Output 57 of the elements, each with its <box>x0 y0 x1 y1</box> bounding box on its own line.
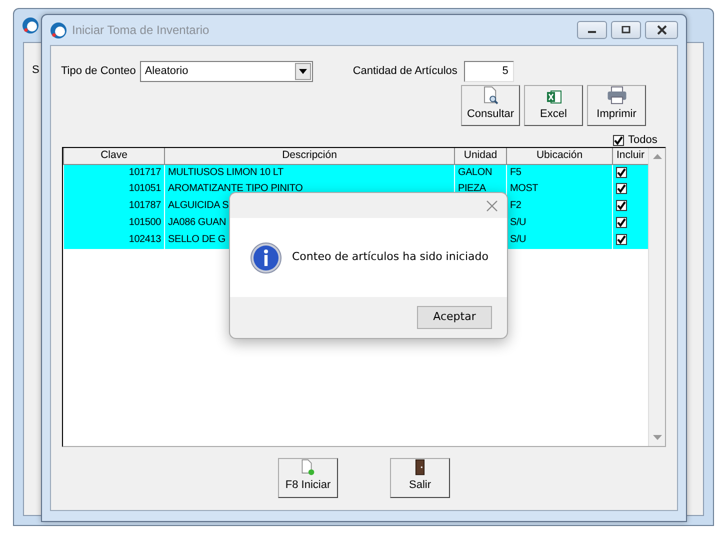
info-icon <box>250 242 282 274</box>
include-checkbox[interactable] <box>616 166 627 178</box>
printer-icon <box>606 86 628 104</box>
table-cell: F2 <box>510 200 522 211</box>
maximize-button[interactable] <box>611 21 641 39</box>
column-header[interactable]: Incluir <box>612 148 648 164</box>
table-cell: MOST <box>510 183 538 194</box>
close-icon[interactable] <box>486 200 498 212</box>
table-cell: SELLO DE G <box>168 234 226 245</box>
table-cell: JA086 GUAN <box>168 217 226 228</box>
start-button[interactable]: F8 Iniciar <box>278 458 338 498</box>
count-type-dropdown[interactable]: Aleatorio <box>140 60 313 82</box>
select-all-checkbox[interactable] <box>613 134 624 146</box>
table-cell: 101787 <box>128 200 161 211</box>
count-type-label: Tipo de Conteo <box>61 64 136 79</box>
close-icon <box>656 25 668 35</box>
print-button[interactable]: Imprimir <box>587 85 646 126</box>
include-checkbox[interactable] <box>616 200 627 211</box>
window-title: Iniciar Toma de Inventario <box>72 22 210 39</box>
include-checkbox[interactable] <box>616 183 627 194</box>
include-checkbox[interactable] <box>616 234 627 245</box>
document-search-icon <box>482 86 500 104</box>
document-start-icon <box>300 459 316 476</box>
column-header[interactable]: Ubicación <box>506 148 612 164</box>
minimize-button[interactable] <box>577 21 607 39</box>
column-header[interactable]: Clave <box>64 148 164 164</box>
table-cell: S/U <box>510 217 526 228</box>
table-cell: PIEZA <box>458 183 486 194</box>
table-cell: AROMATIZANTE TIPO PINITO <box>168 183 303 194</box>
table-cell: 101717 <box>128 166 161 178</box>
excel-button[interactable]: Excel <box>524 85 583 126</box>
spreadsheet-icon <box>546 88 562 104</box>
accept-button[interactable]: Aceptar <box>417 306 492 329</box>
app-logo-icon <box>50 22 67 38</box>
column-header[interactable]: Unidad <box>454 148 506 164</box>
consult-button[interactable]: Consultar <box>461 85 520 126</box>
door-icon <box>414 459 426 476</box>
table-cell: 102413 <box>128 234 161 245</box>
select-all-label: Todos <box>628 132 658 148</box>
dialog-message: Conteo de artículos ha sido iniciado <box>292 249 488 266</box>
include-checkbox[interactable] <box>616 217 627 228</box>
table-cell: F5 <box>510 166 522 178</box>
close-button[interactable] <box>645 21 678 39</box>
table-cell: S/U <box>510 234 526 245</box>
column-header[interactable]: Descripción <box>164 148 454 164</box>
exit-button[interactable]: Salir <box>390 458 450 498</box>
quantity-field[interactable]: 5 <box>464 60 514 82</box>
app-logo-icon <box>22 17 39 34</box>
quantity-label: Cantidad de Artículos <box>352 64 458 79</box>
table-cell: ALGUICIDA S <box>168 200 229 211</box>
table-cell: 101500 <box>128 217 161 228</box>
caret-icon <box>298 68 307 74</box>
table-cell: GALON <box>458 166 492 178</box>
maximize-icon <box>621 26 631 34</box>
table-cell: 101051 <box>128 183 161 194</box>
form-label: S <box>32 63 40 78</box>
table-cell: MULTIUSOS LIMON 10 LT <box>168 166 284 178</box>
